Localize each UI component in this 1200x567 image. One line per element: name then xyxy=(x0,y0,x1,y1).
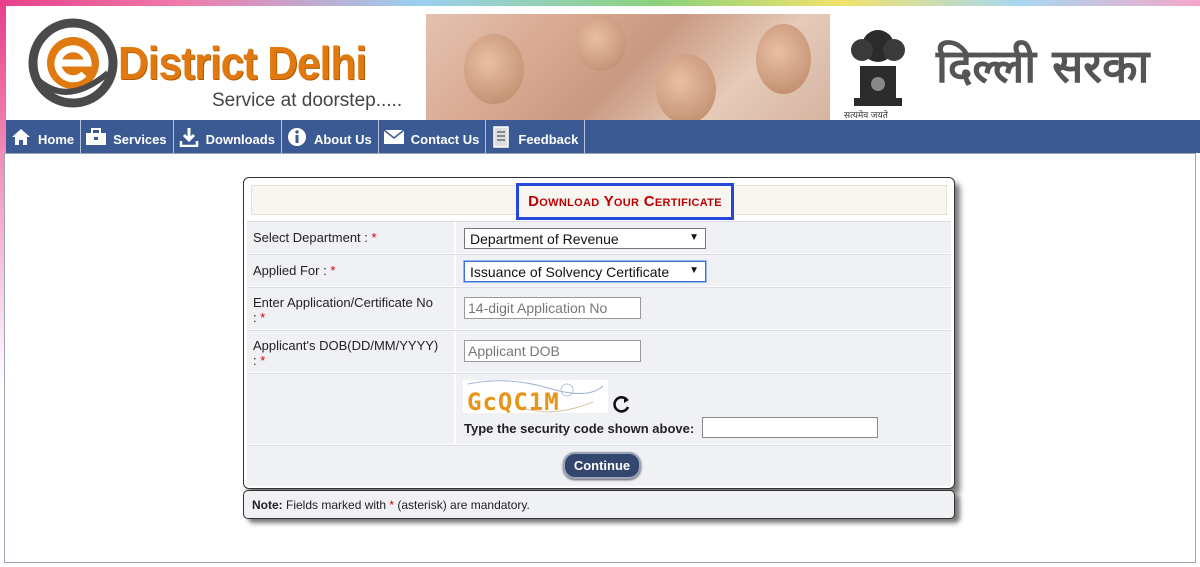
document-icon xyxy=(490,125,512,148)
applied-for-label: Applied For : * xyxy=(249,255,456,286)
download-icon xyxy=(178,126,200,148)
dob-label: Applicant's DOB(DD/MM/YYYY): * xyxy=(249,331,456,372)
mandatory-note: Note: Fields marked with * (asterisk) ar… xyxy=(243,490,955,519)
row-department: Select Department : * Department of Reve… xyxy=(247,221,951,253)
e-logo-icon xyxy=(28,18,118,108)
continue-button[interactable]: Continue xyxy=(563,452,641,479)
briefcase-icon xyxy=(85,126,107,148)
nav-home-label: Home xyxy=(38,132,75,147)
nav-services-label: Services xyxy=(113,132,167,147)
certificate-form-panel: Download Your Certificate Select Departm… xyxy=(243,177,955,489)
site-header: District Delhi Service at doorstep..... … xyxy=(6,6,1200,120)
emblem-motto: सत्यमेव जयते xyxy=(844,110,888,120)
dob-input[interactable]: Applicant DOB xyxy=(464,340,641,362)
brand-tagline: Service at doorstep..... xyxy=(212,90,403,111)
security-code-label: Type the security code shown above: xyxy=(464,421,695,436)
note-prefix: Note: xyxy=(252,498,283,512)
captcha-image: GcQC1M xyxy=(463,380,608,416)
nav-downloads[interactable]: Downloads xyxy=(174,120,282,153)
nav-feedback[interactable]: Feedback xyxy=(486,120,586,153)
nav-contact-us[interactable]: Contact Us xyxy=(379,120,487,153)
mail-icon xyxy=(383,126,405,148)
brand-title: District Delhi xyxy=(118,37,367,89)
home-icon xyxy=(10,126,32,148)
application-no-input[interactable]: 14-digit Application No xyxy=(464,297,641,319)
dropdown-caret-icon: ▼ xyxy=(689,232,699,243)
nav-services[interactable]: Services xyxy=(81,120,174,153)
captcha-label-cell xyxy=(249,374,456,444)
nav-home[interactable]: Home xyxy=(6,120,82,153)
panel-title-bar: Download Your Certificate xyxy=(251,183,947,220)
department-select[interactable]: Department of Revenue ▼ xyxy=(464,228,706,249)
row-dob: Applicant's DOB(DD/MM/YYYY): * Applicant… xyxy=(247,330,951,372)
nav-downloads-label: Downloads xyxy=(205,132,275,147)
main-nav: Home Services Downloads About Us Contact… xyxy=(6,120,1200,153)
nav-about-us-label: About Us xyxy=(313,132,372,147)
dropdown-caret-icon: ▼ xyxy=(689,265,699,276)
row-application-no: Enter Application/Certificate No: * 14-d… xyxy=(247,287,951,329)
row-captcha: GcQC1M Type the security code shown abov… xyxy=(247,373,951,444)
row-applied-for: Applied For : * Issuance of Solvency Cer… xyxy=(247,254,951,286)
nav-feedback-label: Feedback xyxy=(518,132,579,147)
applied-for-select[interactable]: Issuance of Solvency Certificate ▼ xyxy=(464,261,706,282)
delhi-govt-title: दिल्ली सरका xyxy=(936,39,1150,93)
security-code-input[interactable] xyxy=(702,417,878,438)
form-title: Download Your Certificate xyxy=(516,183,734,220)
banner-photo xyxy=(426,14,830,120)
national-emblem-icon xyxy=(851,30,905,106)
captcha-text: GcQC1M xyxy=(467,388,560,416)
application-no-label: Enter Application/Certificate No: * xyxy=(249,288,456,329)
info-icon xyxy=(286,126,308,148)
nav-about-us[interactable]: About Us xyxy=(282,120,379,153)
nav-contact-us-label: Contact Us xyxy=(410,132,480,147)
row-continue: Continue xyxy=(247,445,951,486)
refresh-captcha-icon[interactable] xyxy=(612,394,632,414)
department-label: Select Department : * xyxy=(249,222,456,253)
